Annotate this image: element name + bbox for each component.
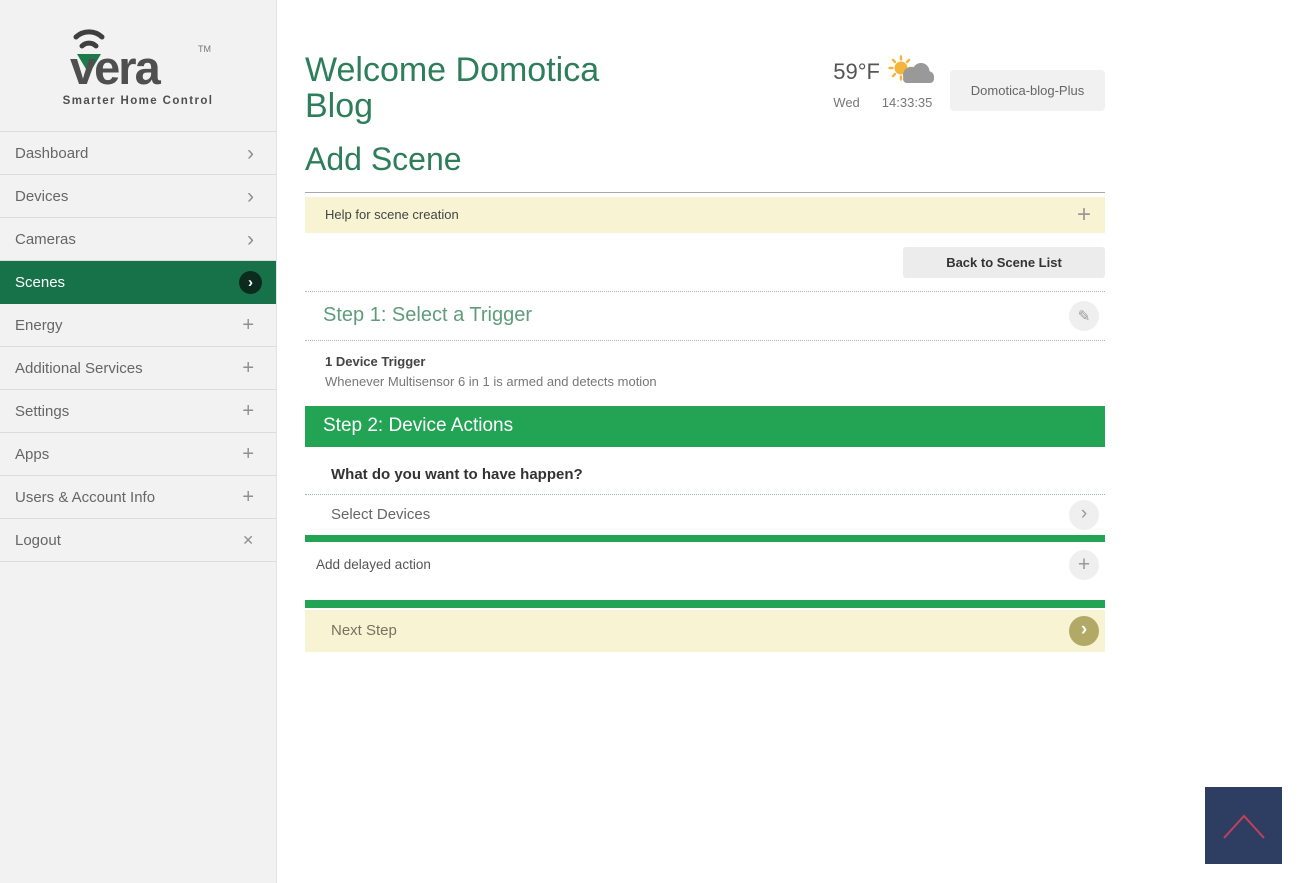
- sidebar-item-cameras[interactable]: Cameras ›: [0, 218, 276, 261]
- green-divider-bar: [305, 535, 1105, 542]
- edit-pencil-icon[interactable]: ✎: [1069, 301, 1099, 331]
- sidebar-item-additional-services[interactable]: Additional Services +: [0, 347, 276, 390]
- sidebar-item-apps[interactable]: Apps +: [0, 433, 276, 476]
- plus-icon: +: [242, 401, 254, 421]
- sidebar-menu: Dashboard › Devices › Cameras › Scenes ›…: [0, 131, 276, 562]
- sidebar-item-label: Settings: [15, 403, 69, 420]
- select-devices-row[interactable]: Select Devices ›: [305, 495, 1105, 535]
- chevron-right-circle-icon: ›: [1069, 616, 1099, 646]
- next-step-button[interactable]: Next Step ›: [305, 610, 1105, 652]
- chevron-up-icon: [1216, 808, 1272, 844]
- sidebar-item-logout[interactable]: Logout ✕: [0, 519, 276, 562]
- controller-name-button[interactable]: Domotica-blog-Plus: [950, 70, 1105, 111]
- sidebar-item-scenes[interactable]: Scenes ›: [0, 261, 276, 304]
- logo-trademark: TM: [198, 44, 211, 54]
- green-divider-bar: [305, 600, 1105, 608]
- sidebar-item-label: Additional Services: [15, 360, 143, 377]
- partly-cloudy-icon: [888, 55, 934, 89]
- trigger-count: 1 Device Trigger: [325, 354, 1105, 369]
- sidebar-item-label: Apps: [15, 446, 49, 463]
- sidebar-item-energy[interactable]: Energy +: [0, 304, 276, 347]
- add-plus-icon[interactable]: +: [1069, 550, 1099, 580]
- chevron-right-icon: ›: [247, 186, 254, 207]
- vera-logo-icon: vera TM Smarter Home Control: [50, 20, 226, 112]
- weather-time: 14:33:35: [882, 95, 933, 110]
- chevron-right-circle-icon: ›: [239, 271, 262, 294]
- help-banner-label: Help for scene creation: [325, 207, 459, 222]
- chevron-right-icon: ›: [247, 229, 254, 250]
- main-content: Welcome Domotica Blog 59°F: [278, 0, 1300, 883]
- trigger-summary: 1 Device Trigger Whenever Multisensor 6 …: [305, 341, 1105, 406]
- weather-day: Wed: [833, 95, 860, 110]
- sidebar-item-label: Users & Account Info: [15, 489, 155, 506]
- sidebar-item-dashboard[interactable]: Dashboard ›: [0, 132, 276, 175]
- plus-icon: +: [242, 444, 254, 464]
- add-delayed-action-label: Add delayed action: [316, 557, 431, 572]
- sidebar-item-label: Dashboard: [15, 145, 88, 162]
- trigger-description: Whenever Multisensor 6 in 1 is armed and…: [325, 374, 1105, 389]
- page-title: Add Scene: [305, 141, 1105, 178]
- close-icon: ✕: [242, 533, 254, 547]
- step1-title: Step 1: Select a Trigger: [323, 304, 532, 327]
- sidebar: vera TM Smarter Home Control Dashboard ›…: [0, 0, 277, 883]
- plus-icon: +: [242, 358, 254, 378]
- welcome-title: Welcome Domotica Blog: [305, 52, 650, 125]
- divider: [305, 192, 1105, 193]
- vera-logo: vera TM Smarter Home Control: [0, 0, 276, 131]
- back-to-scene-list-button[interactable]: Back to Scene List: [903, 247, 1105, 278]
- select-devices-label: Select Devices: [331, 506, 430, 523]
- logo-tagline: Smarter Home Control: [63, 95, 214, 107]
- step2-header: Step 2: Device Actions: [305, 406, 1105, 447]
- help-banner[interactable]: Help for scene creation +: [305, 197, 1105, 233]
- step2-question: What do you want to have happen?: [305, 447, 1105, 494]
- step2-title: Step 2: Device Actions: [323, 415, 513, 437]
- weather-widget: 59°F: [833, 52, 934, 110]
- expand-plus-icon[interactable]: +: [1077, 203, 1091, 227]
- next-step-label: Next Step: [331, 622, 397, 639]
- weather-temperature: 59°F: [833, 59, 880, 85]
- sidebar-item-users-account-info[interactable]: Users & Account Info +: [0, 476, 276, 519]
- chevron-right-icon: ›: [247, 143, 254, 164]
- step1-header: Step 1: Select a Trigger ✎: [305, 292, 1105, 340]
- scroll-to-top-button[interactable]: [1205, 787, 1282, 864]
- plus-icon: +: [242, 487, 254, 507]
- sidebar-item-devices[interactable]: Devices ›: [0, 175, 276, 218]
- sidebar-item-label: Cameras: [15, 231, 76, 248]
- sidebar-item-label: Devices: [15, 188, 68, 205]
- logo-wordmark: vera: [70, 41, 162, 94]
- sidebar-item-settings[interactable]: Settings +: [0, 390, 276, 433]
- chevron-right-icon[interactable]: ›: [1069, 500, 1099, 530]
- plus-icon: +: [242, 315, 254, 335]
- page-header: Welcome Domotica Blog 59°F: [305, 0, 1105, 125]
- add-delayed-action-row[interactable]: Add delayed action +: [305, 542, 1105, 588]
- sidebar-item-label: Logout: [15, 532, 61, 549]
- sidebar-item-label: Energy: [15, 317, 63, 334]
- sidebar-item-label: Scenes: [15, 274, 65, 291]
